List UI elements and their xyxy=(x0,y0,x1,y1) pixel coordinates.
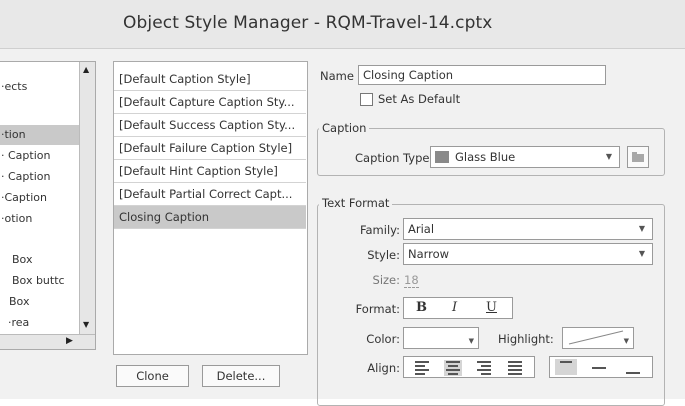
caption-folder-button[interactable] xyxy=(627,146,649,168)
underline-button[interactable]: U xyxy=(486,300,497,315)
align-justify-icon[interactable] xyxy=(508,361,522,375)
name-label: Name xyxy=(320,69,354,83)
caption-group-title: Caption xyxy=(319,121,370,135)
style-list-item[interactable]: [Default Partial Correct Capt... xyxy=(114,183,306,206)
format-label: Format: xyxy=(355,302,400,316)
vertical-align-group xyxy=(549,356,653,378)
tree-item[interactable]: · Caption xyxy=(0,167,50,187)
tree-vertical-scrollbar[interactable]: ▲ ▼ xyxy=(79,62,95,334)
style-value: Narrow xyxy=(408,247,450,261)
style-list-item[interactable]: [Default Failure Caption Style] xyxy=(114,137,306,160)
size-label: Size: xyxy=(372,273,400,287)
family-value: Arial xyxy=(408,222,435,236)
style-list-item[interactable]: [Default Caption Style] xyxy=(114,68,306,91)
align-icons xyxy=(415,360,522,376)
name-input[interactable]: Closing Caption xyxy=(358,65,606,85)
align-right-icon[interactable] xyxy=(477,361,491,375)
chevron-down-icon: ▼ xyxy=(468,337,474,345)
highlight-label: Highlight: xyxy=(498,332,554,346)
align-middle-icon[interactable] xyxy=(592,367,606,369)
style-select[interactable]: Narrow ▼ xyxy=(403,243,653,265)
tree-item[interactable]: Box buttc xyxy=(0,271,65,291)
chevron-down-icon: ▼ xyxy=(605,152,612,161)
scroll-down-arrow-icon[interactable]: ▼ xyxy=(83,320,89,329)
tree-item[interactable]: Box xyxy=(0,250,32,270)
chevron-down-icon: ▼ xyxy=(638,249,645,258)
tree-item[interactable]: ·Caption xyxy=(0,188,47,208)
tree-item[interactable]: ·otion xyxy=(0,209,32,229)
family-select[interactable]: Arial ▼ xyxy=(403,218,653,240)
tree-horizontal-scrollbar[interactable]: ▶ xyxy=(0,334,95,349)
set-as-default-label: Set As Default xyxy=(378,92,461,106)
caption-swatch-icon xyxy=(435,150,449,163)
title-bar: Object Style Manager - RQM-Travel-14.cpt… xyxy=(0,0,685,49)
align-label: Align: xyxy=(367,361,400,375)
align-left-icon[interactable] xyxy=(415,361,429,375)
folder-icon xyxy=(632,152,644,162)
tree-item[interactable]: ·rea xyxy=(0,313,29,333)
align-top-icon[interactable] xyxy=(555,359,577,375)
align-center-icon[interactable] xyxy=(444,360,462,376)
size-value[interactable]: 18 xyxy=(404,273,419,288)
tree-item[interactable]: ·ects xyxy=(0,77,27,97)
tree-item-selected[interactable]: ·tion xyxy=(0,125,81,145)
align-bottom-icon[interactable] xyxy=(626,372,640,374)
valign-icons xyxy=(555,359,640,375)
chevron-down-icon: ▼ xyxy=(638,224,645,233)
horizontal-align-group xyxy=(403,356,535,378)
delete-button[interactable]: Delete... xyxy=(202,365,280,387)
highlight-picker[interactable]: ▼ xyxy=(562,327,634,349)
window-title: Object Style Manager - RQM-Travel-14.cpt… xyxy=(123,13,493,33)
caption-type-value: Glass Blue xyxy=(455,150,516,164)
family-label: Family: xyxy=(359,223,400,237)
style-label: Style: xyxy=(367,248,400,262)
style-list-item[interactable]: [Default Hint Caption Style] xyxy=(114,160,306,183)
caption-type-select[interactable]: Glass Blue ▼ xyxy=(430,146,620,168)
style-list-item[interactable]: [Default Success Caption Sty... xyxy=(114,114,306,137)
tree-item[interactable]: Box xyxy=(0,292,29,312)
bold-button[interactable]: B xyxy=(416,300,427,315)
style-list-item[interactable]: [Default Capture Caption Sty... xyxy=(114,91,306,114)
color-picker[interactable]: ▼ xyxy=(403,327,479,349)
caption-type-label: Caption Type xyxy=(355,151,430,165)
scroll-up-arrow-icon[interactable]: ▲ xyxy=(83,65,89,74)
italic-button[interactable]: I xyxy=(452,300,457,315)
scroll-right-arrow-icon[interactable]: ▶ xyxy=(66,336,73,346)
style-list[interactable]: [Default Caption Style] [Default Capture… xyxy=(113,61,308,355)
no-color-icon xyxy=(568,330,624,345)
style-list-item-selected[interactable]: Closing Caption xyxy=(114,206,306,229)
clone-button[interactable]: Clone xyxy=(116,365,189,387)
set-as-default-checkbox[interactable] xyxy=(360,93,373,106)
format-buttons: B I U xyxy=(403,297,513,319)
text-format-group-title: Text Format xyxy=(319,196,393,210)
chevron-down-icon: ▼ xyxy=(623,337,629,345)
dialog-body: ·ects ·tion · Caption · Caption ·Caption… xyxy=(0,49,685,406)
object-category-tree[interactable]: ·ects ·tion · Caption · Caption ·Caption… xyxy=(0,61,96,350)
tree-item[interactable]: · Caption xyxy=(0,146,50,166)
color-label: Color: xyxy=(366,332,400,346)
